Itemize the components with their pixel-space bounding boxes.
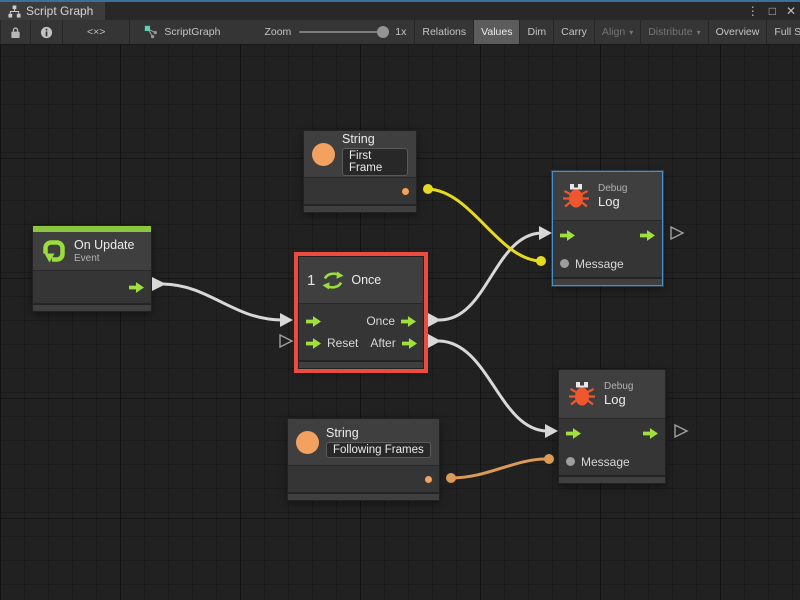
- port-label-reset: Reset: [327, 336, 358, 350]
- chevron-down-icon: ▾: [629, 28, 633, 37]
- port-label-once: Once: [366, 314, 395, 328]
- node-footer: [559, 475, 665, 483]
- port-label-message: Message: [575, 257, 624, 271]
- script-graph-window: Script Graph ⋮ □ ✕ <×>: [0, 0, 800, 600]
- once-output-port[interactable]: [401, 316, 416, 327]
- node-category: Debug: [598, 183, 627, 194]
- wire-string-first-to-debug-top[interactable]: [423, 184, 546, 266]
- overview-button[interactable]: Overview: [709, 20, 768, 44]
- tab-script-graph[interactable]: Script Graph: [0, 2, 105, 20]
- code-toggle-icon: <×>: [87, 26, 105, 38]
- flow-input-port[interactable]: [560, 230, 575, 241]
- node-title: Log: [604, 392, 633, 407]
- graph-toolbar: <×> ScriptGraph Zoom 1x Relations Values…: [0, 20, 800, 45]
- script-graph-icon: [144, 25, 158, 39]
- once-count-badge: 1: [307, 272, 315, 289]
- flow-output-port[interactable]: [643, 428, 658, 439]
- node-string-following-frames[interactable]: String Following Frames: [287, 418, 440, 501]
- carry-toggle[interactable]: Carry: [554, 20, 595, 44]
- graph-canvas[interactable]: On Update Event String First Frame: [0, 45, 800, 600]
- bug-icon: [567, 379, 597, 409]
- info-icon: [40, 26, 53, 39]
- node-category: Debug: [604, 381, 633, 392]
- node-title: String: [326, 426, 431, 440]
- node-title: Log: [598, 194, 627, 209]
- node-footer: [299, 360, 423, 368]
- zoom-label: Zoom: [264, 26, 291, 38]
- wire-onupdate-to-once[interactable]: [152, 277, 293, 327]
- node-title: Once: [351, 273, 381, 287]
- tab-bar: Script Graph ⋮ □ ✕: [0, 2, 800, 20]
- node-footer: [288, 492, 439, 500]
- flow-output-port[interactable]: [640, 230, 655, 241]
- message-input-port[interactable]: [566, 457, 575, 466]
- lock-icon: [10, 26, 21, 39]
- wire-once-to-debug-bottom[interactable]: [428, 334, 558, 438]
- debug-bottom-unconnected-out-arrow[interactable]: [675, 425, 687, 437]
- debug-top-unconnected-out-arrow[interactable]: [671, 227, 683, 239]
- node-string-first-frame[interactable]: String First Frame: [303, 130, 417, 213]
- window-controls: ⋮ □ ✕: [747, 2, 796, 20]
- align-dropdown[interactable]: Align ▾: [595, 20, 641, 44]
- tab-title: Script Graph: [26, 4, 93, 18]
- graph-hierarchy-icon: [8, 5, 21, 18]
- message-input-port[interactable]: [560, 259, 569, 268]
- zoom-value: 1x: [395, 26, 406, 38]
- code-preview-toggle[interactable]: <×>: [63, 20, 130, 44]
- wire-string-following-to-debug-bottom[interactable]: [446, 454, 554, 483]
- flow-output-port[interactable]: [129, 282, 144, 293]
- node-debug-log-top[interactable]: Debug Log Message: [552, 171, 663, 286]
- graph-breadcrumb[interactable]: ScriptGraph: [136, 20, 228, 44]
- flow-input-port[interactable]: [306, 316, 321, 327]
- value-output-port[interactable]: [425, 476, 432, 483]
- node-subtitle: Event: [74, 253, 134, 264]
- close-icon[interactable]: ✕: [786, 2, 796, 20]
- string-value-input[interactable]: Following Frames: [326, 442, 431, 458]
- relations-toggle[interactable]: Relations: [414, 20, 474, 44]
- bug-icon: [561, 181, 591, 211]
- full-screen-button[interactable]: Full Screen: [767, 20, 800, 44]
- zoom-slider-handle[interactable]: [377, 26, 389, 38]
- after-output-port[interactable]: [402, 338, 417, 349]
- graph-name: ScriptGraph: [164, 26, 220, 38]
- window-menu-icon[interactable]: ⋮: [747, 2, 759, 20]
- zoom-control: Zoom 1x: [256, 20, 414, 44]
- node-title: On Update: [74, 238, 134, 252]
- reset-input-port[interactable]: [306, 338, 321, 349]
- info-button[interactable]: [31, 20, 63, 44]
- node-footer: [553, 277, 662, 285]
- flow-input-port[interactable]: [566, 428, 581, 439]
- zoom-slider[interactable]: [299, 31, 387, 33]
- node-debug-log-bottom[interactable]: Debug Log Message: [558, 369, 666, 484]
- node-on-update-event[interactable]: On Update Event: [32, 225, 152, 312]
- node-once[interactable]: 1 Once Once Reset: [298, 256, 424, 369]
- reset-unconnected-port-arrow[interactable]: [280, 335, 292, 347]
- string-type-icon: [312, 143, 335, 166]
- cycle-arrows-icon: [322, 271, 344, 290]
- node-title: String: [342, 132, 408, 146]
- value-output-port[interactable]: [402, 188, 409, 195]
- dim-toggle[interactable]: Dim: [520, 20, 554, 44]
- port-label-after: After: [370, 336, 395, 350]
- string-value-input[interactable]: First Frame: [342, 148, 408, 176]
- update-loop-icon: [41, 238, 67, 264]
- node-footer: [304, 204, 416, 212]
- string-type-icon: [296, 431, 319, 454]
- wire-once-to-debug-top[interactable]: [428, 226, 552, 327]
- lock-button[interactable]: [0, 20, 31, 44]
- distribute-dropdown[interactable]: Distribute ▾: [641, 20, 708, 44]
- maximize-icon[interactable]: □: [769, 2, 776, 20]
- toolbar-toggles: Relations Values Dim Carry Align ▾ Distr…: [414, 20, 800, 44]
- node-footer: [33, 303, 151, 311]
- port-label-message: Message: [581, 455, 630, 469]
- values-toggle[interactable]: Values: [474, 20, 520, 44]
- chevron-down-icon: ▾: [697, 28, 701, 37]
